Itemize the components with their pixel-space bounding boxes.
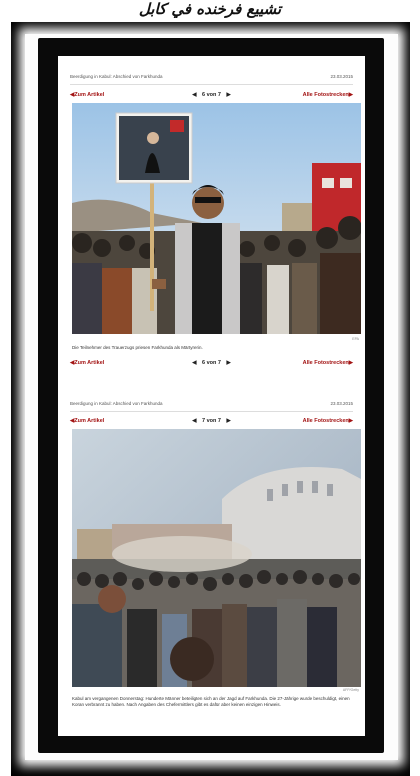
slide-date: 23.03.2015 [330,401,353,406]
gallery-photo-protest [72,103,361,334]
slide-nav: ◀Zum Artikel ◀ 7 von 7 ▶ Alle Fotostreck… [70,418,353,426]
slide-title: Beerdigung in Kabul: Abschied von Farkhu… [70,74,163,79]
gallery-photo-crowd [72,429,361,687]
slide-nav-bottom: ◀Zum Artikel ◀ 6 von 7 ▶ Alle Fotostreck… [70,360,353,368]
photo-credit: EPA [352,337,359,341]
protest-photo-illustration [72,103,361,334]
arrow-right-icon: ▶ [348,92,353,98]
crowd-photo-illustration [72,429,361,687]
top-arabic-text: ﺗﺸﻴﻴﻊ ﻓﺮﺧﻨﺪﻩ ﻓﻲ ﻛﺎﺑﻞ [138,0,282,18]
slide-counter: 7 von 7 [202,418,221,424]
all-photo-galleries-link[interactable]: Alle Fotostrecken▶ [303,92,353,98]
next-arrow-icon[interactable]: ▶ [227,418,231,424]
slide-counter: 6 von 7 [202,360,221,366]
photo-credit: AFP/Getty [342,688,359,692]
slide-nav: ◀Zum Artikel ◀ 6 von 7 ▶ Alle Fotostreck… [70,92,353,100]
slide-counter: 6 von 7 [202,92,221,98]
photo-caption: Die Teilnehmer des Trauerzugs priesen Fa… [72,345,203,350]
slide-meta: Beerdigung in Kabul: Abschied von Farkhu… [70,74,353,79]
slide-title: Beerdigung in Kabul: Abschied von Farkhu… [70,401,163,406]
next-arrow-icon[interactable]: ▶ [227,360,231,366]
divider [70,84,353,85]
slide-date: 23.03.2015 [330,74,353,79]
prev-arrow-icon[interactable]: ◀ [192,360,196,366]
all-photo-galleries-link[interactable]: Alle Fotostrecken▶ [303,418,353,424]
slide-7: Beerdigung in Kabul: Abschied von Farkhu… [58,386,365,736]
next-arrow-icon[interactable]: ▶ [227,92,231,98]
divider [70,411,353,412]
all-photo-galleries-link[interactable]: Alle Fotostrecken▶ [303,360,353,366]
slide-meta: Beerdigung in Kabul: Abschied von Farkhu… [70,401,353,406]
prev-arrow-icon[interactable]: ◀ [192,92,196,98]
screenshot-page: Beerdigung in Kabul: Abschied von Farkhu… [58,56,365,736]
arrow-right-icon: ▶ [348,360,353,366]
photo-caption: Kabul am vergangenen Donnerstag: Hundert… [72,696,350,707]
arrow-right-icon: ▶ [348,418,353,424]
prev-arrow-icon[interactable]: ◀ [192,418,196,424]
slide-6: Beerdigung in Kabul: Abschied von Farkhu… [58,56,365,381]
